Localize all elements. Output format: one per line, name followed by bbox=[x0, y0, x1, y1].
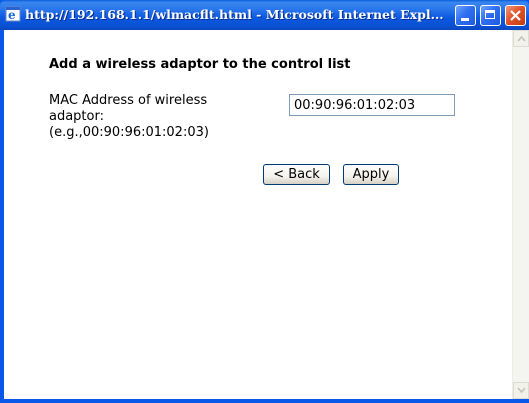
minimize-icon bbox=[461, 18, 469, 21]
maximize-icon bbox=[485, 10, 495, 19]
browser-window: e http://192.168.1.1/wlmacflt.html - Mic… bbox=[0, 0, 529, 403]
internet-explorer-icon: e bbox=[5, 6, 21, 22]
window-title: http://192.168.1.1/wlmacflt.html - Micro… bbox=[25, 7, 444, 22]
back-button[interactable]: < Back bbox=[263, 164, 330, 185]
scroll-up-button[interactable] bbox=[513, 30, 529, 47]
mac-label-line: adaptor: bbox=[49, 109, 104, 124]
page-heading: Add a wireless adaptor to the control li… bbox=[49, 57, 351, 72]
vertical-scrollbar[interactable] bbox=[512, 30, 529, 399]
mac-address-input[interactable] bbox=[289, 94, 455, 116]
close-button[interactable] bbox=[505, 5, 526, 26]
window-frame-bottom bbox=[0, 399, 529, 403]
maximize-button[interactable] bbox=[480, 5, 501, 26]
title-bar[interactable]: e http://192.168.1.1/wlmacflt.html - Mic… bbox=[0, 0, 529, 30]
mac-example-hint: (e.g.,00:90:96:01:02:03) bbox=[49, 125, 209, 140]
chevron-up-icon bbox=[517, 35, 526, 42]
mac-label-line: MAC Address of wireless bbox=[49, 93, 208, 108]
close-icon bbox=[510, 10, 521, 21]
minimize-button[interactable] bbox=[455, 5, 476, 26]
svg-text:e: e bbox=[8, 8, 16, 22]
mac-address-label: MAC Address of wireless adaptor: (e.g.,0… bbox=[49, 93, 269, 141]
chevron-down-icon bbox=[517, 387, 526, 394]
page-content bbox=[4, 30, 529, 399]
apply-button[interactable]: Apply bbox=[343, 164, 399, 185]
scroll-down-button[interactable] bbox=[513, 382, 529, 399]
